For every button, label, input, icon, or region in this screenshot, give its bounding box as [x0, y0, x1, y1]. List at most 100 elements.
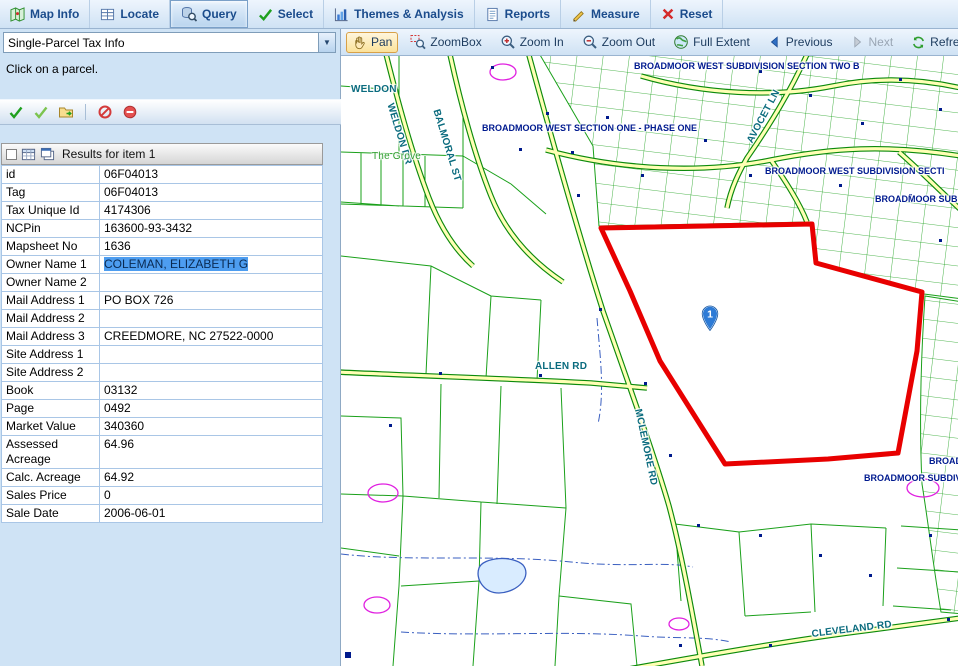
table-row: id06F04013 — [2, 166, 323, 184]
tab-label: Map Info — [30, 7, 79, 21]
query-type-select[interactable]: Single-Parcel Tax Info ▼ — [3, 32, 336, 53]
results-header-label: Results for item 1 — [62, 147, 155, 161]
combo-arrow-icon[interactable]: ▼ — [318, 33, 335, 52]
results-header: Results for item 1 — [1, 143, 323, 165]
field-label: Owner Name 1 — [2, 256, 100, 274]
grid-icon — [21, 147, 36, 162]
marker-number: 1 — [707, 309, 713, 321]
table-row: Book03132 — [2, 382, 323, 400]
query-type-value: Single-Parcel Tax Info — [4, 33, 318, 52]
map-button-label: Zoom Out — [602, 35, 655, 49]
table-row: Sale Date2006-06-01 — [2, 505, 323, 523]
circled-minus-icon — [122, 104, 138, 120]
field-value: 163600-93-3432 — [100, 220, 323, 238]
map-toolbar: Pan ZoomBox Zoom In Zoom Out Full Extent… — [341, 29, 958, 56]
zoombox-icon — [410, 34, 426, 50]
subdivision-label-phase-one: BROADMOOR WEST SECTION ONE - PHASE ONE — [482, 123, 697, 133]
field-value: 340360 — [100, 418, 323, 436]
instruction-text: Click on a parcel. — [6, 62, 98, 76]
tax-info-table: id06F04013 Tag06F04013 Tax Unique Id4174… — [1, 165, 323, 523]
tab-reset[interactable]: Reset — [651, 0, 724, 28]
table-row: NCPin163600-93-3432 — [2, 220, 323, 238]
table-row: Sales Price0 — [2, 487, 323, 505]
tab-label: Locate — [120, 7, 159, 21]
field-value: PO BOX 726 — [100, 292, 323, 310]
table-row: Page0492 — [2, 400, 323, 418]
remove-results-button[interactable] — [120, 102, 140, 122]
table-row: Tag06F04013 — [2, 184, 323, 202]
results-toolbar — [0, 99, 341, 125]
pan-button[interactable]: Pan — [346, 32, 398, 53]
locate-icon — [100, 7, 115, 22]
zoom-in-icon — [500, 34, 516, 50]
road-label-allen-rd: ALLEN RD — [535, 361, 587, 372]
main-toolbar: Map Info Locate Query Select Themes & An… — [0, 0, 958, 29]
field-label: Tag — [2, 184, 100, 202]
reset-x-icon — [661, 7, 675, 21]
subdivision-label-two-b: BROADMOOR WEST SUBDIVISION SECTION TWO B — [634, 61, 860, 71]
table-row: Mail Address 2 — [2, 310, 323, 328]
previous-button[interactable]: Previous — [762, 32, 839, 52]
tab-label: Reports — [505, 7, 550, 21]
map-button-label: ZoomBox — [430, 35, 481, 49]
field-value — [100, 310, 323, 328]
subdivision-label-broad: BROAD — [929, 456, 958, 466]
map-button-label: Full Extent — [693, 35, 750, 49]
table-row: Mail Address 1PO BOX 726 — [2, 292, 323, 310]
field-value: 03132 — [100, 382, 323, 400]
pencil-icon — [571, 7, 586, 22]
results-checkbox[interactable] — [6, 149, 17, 160]
refresh-button[interactable]: Refresh — [905, 32, 958, 53]
report-document-icon — [485, 7, 500, 22]
map-canvas — [341, 56, 958, 666]
tab-locate[interactable]: Locate — [90, 0, 170, 28]
zoombox-button[interactable]: ZoomBox — [404, 31, 487, 53]
pan-hand-icon — [352, 35, 367, 50]
field-value: 06F04013 — [100, 184, 323, 202]
field-label: id — [2, 166, 100, 184]
tab-label: Themes & Analysis — [354, 7, 464, 21]
field-value: 1636 — [100, 238, 323, 256]
tab-select[interactable]: Select — [248, 0, 324, 28]
marker-pin-icon: 1 — [699, 302, 721, 332]
subdivision-label-subdivis: BROADMOOR SUBDIVIS — [864, 473, 958, 483]
zoom-out-icon — [582, 34, 598, 50]
select-results-button[interactable] — [6, 102, 26, 122]
results-window-button[interactable] — [40, 147, 55, 162]
table-row: Assessed Acreage64.96 — [2, 436, 323, 469]
field-value — [100, 274, 323, 292]
result-marker: 1 — [699, 302, 721, 332]
highlight-results-button[interactable] — [31, 102, 51, 122]
field-label: Mail Address 3 — [2, 328, 100, 346]
field-label: Book — [2, 382, 100, 400]
table-row: Site Address 1 — [2, 346, 323, 364]
field-value — [100, 346, 323, 364]
field-label: Site Address 2 — [2, 364, 100, 382]
check-icon — [8, 104, 24, 120]
export-results-button[interactable] — [56, 102, 76, 122]
tab-measure[interactable]: Measure — [561, 0, 651, 28]
results-grid-button[interactable] — [21, 147, 36, 162]
table-row: Owner Name 1COLEMAN, ELIZABETH G — [2, 256, 323, 274]
field-value: 64.92 — [100, 469, 323, 487]
zoom-in-button[interactable]: Zoom In — [494, 31, 570, 53]
folder-export-icon — [58, 104, 74, 120]
field-label: Tax Unique Id — [2, 202, 100, 220]
select-check-icon — [258, 7, 273, 22]
toolbar-separator — [85, 104, 86, 120]
tab-themes-analysis[interactable]: Themes & Analysis — [324, 0, 475, 28]
tab-map-info[interactable]: Map Info — [0, 0, 90, 28]
field-label: Owner Name 2 — [2, 274, 100, 292]
tab-label: Select — [278, 7, 313, 21]
map-button-label: Refresh — [930, 35, 958, 49]
map-view[interactable]: WELDON BROADMOOR WEST SUBDIVISION SECTIO… — [341, 56, 958, 666]
field-label: NCPin — [2, 220, 100, 238]
tab-query[interactable]: Query — [170, 0, 248, 28]
zoom-out-button[interactable]: Zoom Out — [576, 31, 661, 53]
clear-selection-button[interactable] — [95, 102, 115, 122]
tab-reports[interactable]: Reports — [475, 0, 561, 28]
subdivision-label-subd: BROADMOOR SUBD — [875, 194, 958, 204]
full-extent-button[interactable]: Full Extent — [667, 31, 756, 53]
table-row: Mail Address 3CREEDMORE, NC 27522-0000 — [2, 328, 323, 346]
query-panel: Single-Parcel Tax Info ▼ Click on a parc… — [0, 29, 341, 666]
